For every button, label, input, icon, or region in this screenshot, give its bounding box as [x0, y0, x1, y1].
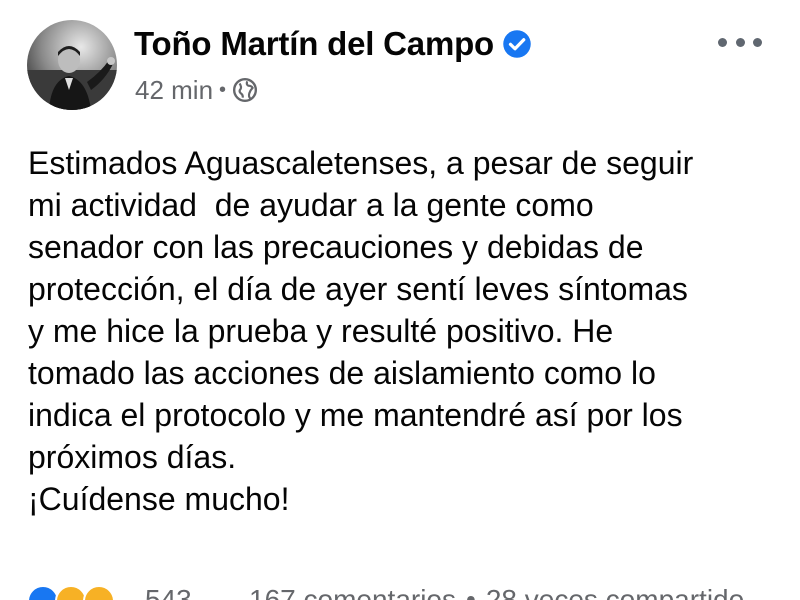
author-line: Toño Martín del Campo — [134, 22, 532, 66]
post-text-line: próximos días. — [28, 439, 237, 475]
more-options-dot — [735, 37, 745, 47]
facebook-post: Toño Martín del Campo 42 min • Estimados… — [0, 0, 800, 600]
post-text-line: indica el protocolo y me mantendré así p… — [28, 397, 683, 433]
reactions-bar: 543 167 comentarios • 28 veces compartid… — [27, 583, 797, 600]
post-text-line: protección, el día de ayer sentí leves s… — [28, 271, 688, 307]
author-avatar[interactable] — [27, 20, 117, 110]
post-text-line: tomado las acciones de aislamiento como … — [28, 355, 656, 391]
author-name[interactable]: Toño Martín del Campo — [134, 25, 494, 63]
shares-count[interactable]: 28 veces compartido — [486, 584, 744, 600]
stats-separator: • — [466, 584, 476, 600]
more-options-dot — [718, 37, 727, 47]
more-options-dot — [753, 37, 762, 47]
post-meta: 42 min • — [135, 72, 258, 108]
post-text-line: ¡Cuídense mucho! — [28, 481, 290, 517]
post-text-line: Estimados Aguascaletenses, a pesar de se… — [28, 145, 694, 181]
sad-reaction-icon — [83, 585, 115, 600]
post-text-line: senador con las precauciones y debidas d… — [28, 229, 644, 265]
verified-badge-icon — [503, 30, 531, 58]
more-options-button[interactable] — [718, 30, 762, 54]
meta-separator: • — [219, 78, 227, 101]
comments-count[interactable]: 167 comentarios — [249, 584, 456, 600]
reaction-count[interactable]: 543 — [145, 584, 245, 600]
globe-icon[interactable] — [232, 77, 258, 103]
post-text-line: y me hice la prueba y resulté positivo. … — [28, 313, 614, 349]
post-timestamp[interactable]: 42 min — [135, 75, 213, 106]
post-text-line: mi actividad de ayudar a la gente como — [28, 187, 594, 223]
reaction-icons[interactable] — [27, 583, 135, 600]
post-text: Estimados Aguascaletenses, a pesar de se… — [28, 142, 788, 520]
